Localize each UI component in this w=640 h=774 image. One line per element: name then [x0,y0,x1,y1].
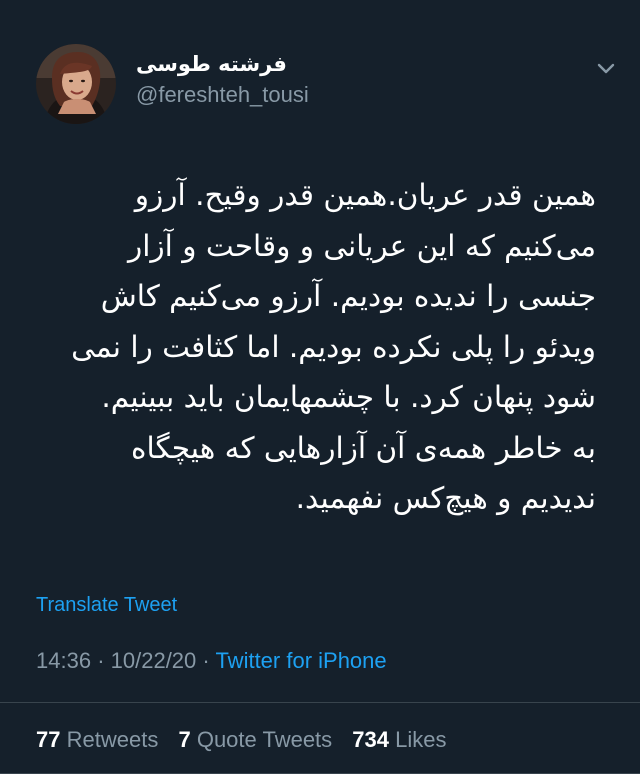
tweet-source-link[interactable]: Twitter for iPhone [215,648,386,673]
translate-tweet-link[interactable]: Translate Tweet [36,594,177,617]
meta-separator: · [97,648,105,673]
tweet-text: همین قدر عریان.همین قدر وقیح. آرزو می‌کن… [71,178,596,515]
tweet-metadata: 14:36 · 10/22/20 · Twitter for iPhone [36,648,387,674]
quote-tweets-label: Quote Tweets [196,727,333,752]
tweet-time: 14:36 [36,648,92,673]
likes-count: 734 [352,727,390,752]
quote-tweets-stat[interactable]: 7 Quote Tweets [178,727,346,752]
avatar-photo [36,44,116,124]
avatar[interactable] [36,44,116,124]
tweet-date: 10/22/20 [110,648,197,673]
tweet-detail: فرشته طوسی @fereshteh_tousi همین قدر عری… [0,0,640,774]
divider [0,702,640,703]
display-name[interactable]: فرشته طوسی [136,50,309,78]
chevron-down-icon[interactable] [594,56,618,80]
likes-stat[interactable]: 734 Likes [352,727,460,752]
retweets-stat[interactable]: 77 Retweets [36,727,172,752]
retweets-label: Retweets [66,727,159,752]
tweet-header: فرشته طوسی @fereshteh_tousi [36,44,620,124]
user-info[interactable]: فرشته طوسی @fereshteh_tousi [136,50,309,110]
quote-tweets-count: 7 [178,727,191,752]
likes-label: Likes [395,727,447,752]
meta-separator: · [202,648,210,673]
retweets-count: 77 [36,727,61,752]
tweet-stats: 77 Retweets 7 Quote Tweets 734 Likes [36,727,461,753]
user-handle[interactable]: @fereshteh_tousi [136,80,309,110]
